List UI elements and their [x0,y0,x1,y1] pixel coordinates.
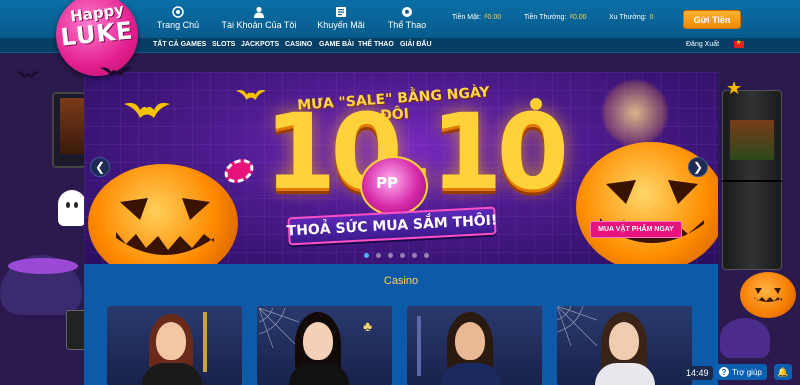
cat-decoration [720,318,770,358]
pumpkin-face-icon [116,198,214,255]
carousel-next-button[interactable]: ❯ [688,157,708,177]
bonus-label: Tiền Thưởng: [524,14,567,21]
dealer-body [595,363,655,385]
playboy-logo-icon: ♣ [363,318,373,334]
casino-chip-icon [172,6,184,18]
nav-item-label: Tài Khoản Của Tôi [221,20,297,30]
deposit-button[interactable]: Gửi Tiền [683,10,741,29]
bat-icon [236,89,266,100]
clock-display: 14:49 [682,366,713,380]
tower-silhouette [203,312,207,372]
subnav-slots[interactable]: SLOTS [212,41,235,48]
bell-icon[interactable]: 🔔 [774,364,792,380]
dealer-face [609,322,639,360]
live-dealer-card[interactable] [557,306,692,385]
carousel-prev-button[interactable]: ❮ [90,157,110,177]
carousel-dot[interactable] [376,253,381,258]
cash-label: Tiền Mặt: [452,14,481,21]
logout-link[interactable]: Đăng Xuất [686,41,719,48]
user-icon [254,6,264,18]
help-label: Trợ giúp [732,367,762,377]
dealer-face [303,322,333,360]
spider-web-icon [259,308,299,348]
dealer-face [455,322,485,360]
carousel-dot[interactable] [364,253,369,258]
cash-balance: Tiền Mặt: ₫0.00 [452,14,501,21]
live-dealer-card[interactable] [407,306,542,385]
star-icon: ★ [726,78,743,98]
nav-item-label: Khuyến Mãi [317,20,365,30]
carousel-dot[interactable] [412,253,417,258]
nav-item-home[interactable]: Trang Chủ [148,6,208,34]
subnav-casino[interactable]: CASINO [285,41,312,48]
nav-item-account[interactable]: Tài Khoản Của Tôi [218,6,300,34]
live-dealer-card[interactable]: ♣ [257,306,392,385]
subnav-sports[interactable]: THỂ THAO [358,41,394,48]
dealer-body [441,363,501,385]
vietnam-flag-icon[interactable] [734,39,744,48]
subnav-jackpots[interactable]: JACKPOTS [241,41,279,48]
phone-decoration [66,310,86,350]
bat-icon [124,102,170,118]
pp-badge-text: PP [376,174,398,192]
chevron-right-icon: ❯ [692,160,704,174]
bonus-balance: Tiền Thưởng: ₫0.00 [524,14,587,21]
coins-balance: Xu Thưởng: 0 [609,14,653,21]
section-title: Casino [383,275,419,287]
carousel-dots [364,253,429,258]
fridge-screen-decoration [730,120,774,160]
question-icon: ? [719,367,729,377]
happyluke-logo[interactable]: Happy LUKE [56,0,138,76]
moon-glow [600,78,670,148]
buy-items-button[interactable]: MUA VẬT PHẨM NGAY [590,221,682,238]
subnav-card-games[interactable]: GAME BÀI [319,41,354,48]
promotion-icon [336,7,346,17]
laptop-screen-decoration [60,98,84,154]
dealer-body [289,363,349,385]
pumpkin-face-icon [600,180,704,243]
soccer-ball-icon [402,7,412,17]
help-button[interactable]: ? Trợ giúp [714,364,767,380]
nav-item-label: Thể Thao [387,20,427,30]
dealer-face [156,322,186,360]
coins-label: Xu Thưởng: [609,14,647,21]
nav-item-sports[interactable]: Thể Thao [382,6,432,34]
subnav-tournaments[interactable]: GIẢI ĐẤU [400,41,432,48]
tower-silhouette [417,316,421,376]
nav-item-label: Trang Chủ [156,20,200,30]
cauldron-goo-decoration [8,258,78,274]
fridge-divider [722,180,782,182]
nav-item-promotions[interactable]: Khuyến Mãi [314,6,368,34]
live-dealer-card[interactable] [107,306,242,385]
dealer-body [142,363,202,385]
promo-banner[interactable]: MƯA "SALE" BẰNG NGÀY ĐÔI 10.10 PP THOẢ S… [84,72,718,264]
carousel-dot[interactable] [400,253,405,258]
bonus-value: ₫0.00 [569,14,587,21]
bat-icon [100,67,132,76]
cash-value: ₫0.00 [483,14,502,21]
bat-icon [16,71,40,78]
spider-web-icon [557,306,597,346]
chevron-left-icon: ❮ [94,160,106,174]
casino-section: Casino ♣ [84,264,718,385]
pumpkin-face-icon [754,288,782,302]
ghost-decoration [58,190,86,226]
subnav-all-games[interactable]: TẤT CẢ GAMES [153,41,206,48]
carousel-dot[interactable] [424,253,429,258]
coins-value: 0 [649,14,654,21]
carousel-dot[interactable] [388,253,393,258]
